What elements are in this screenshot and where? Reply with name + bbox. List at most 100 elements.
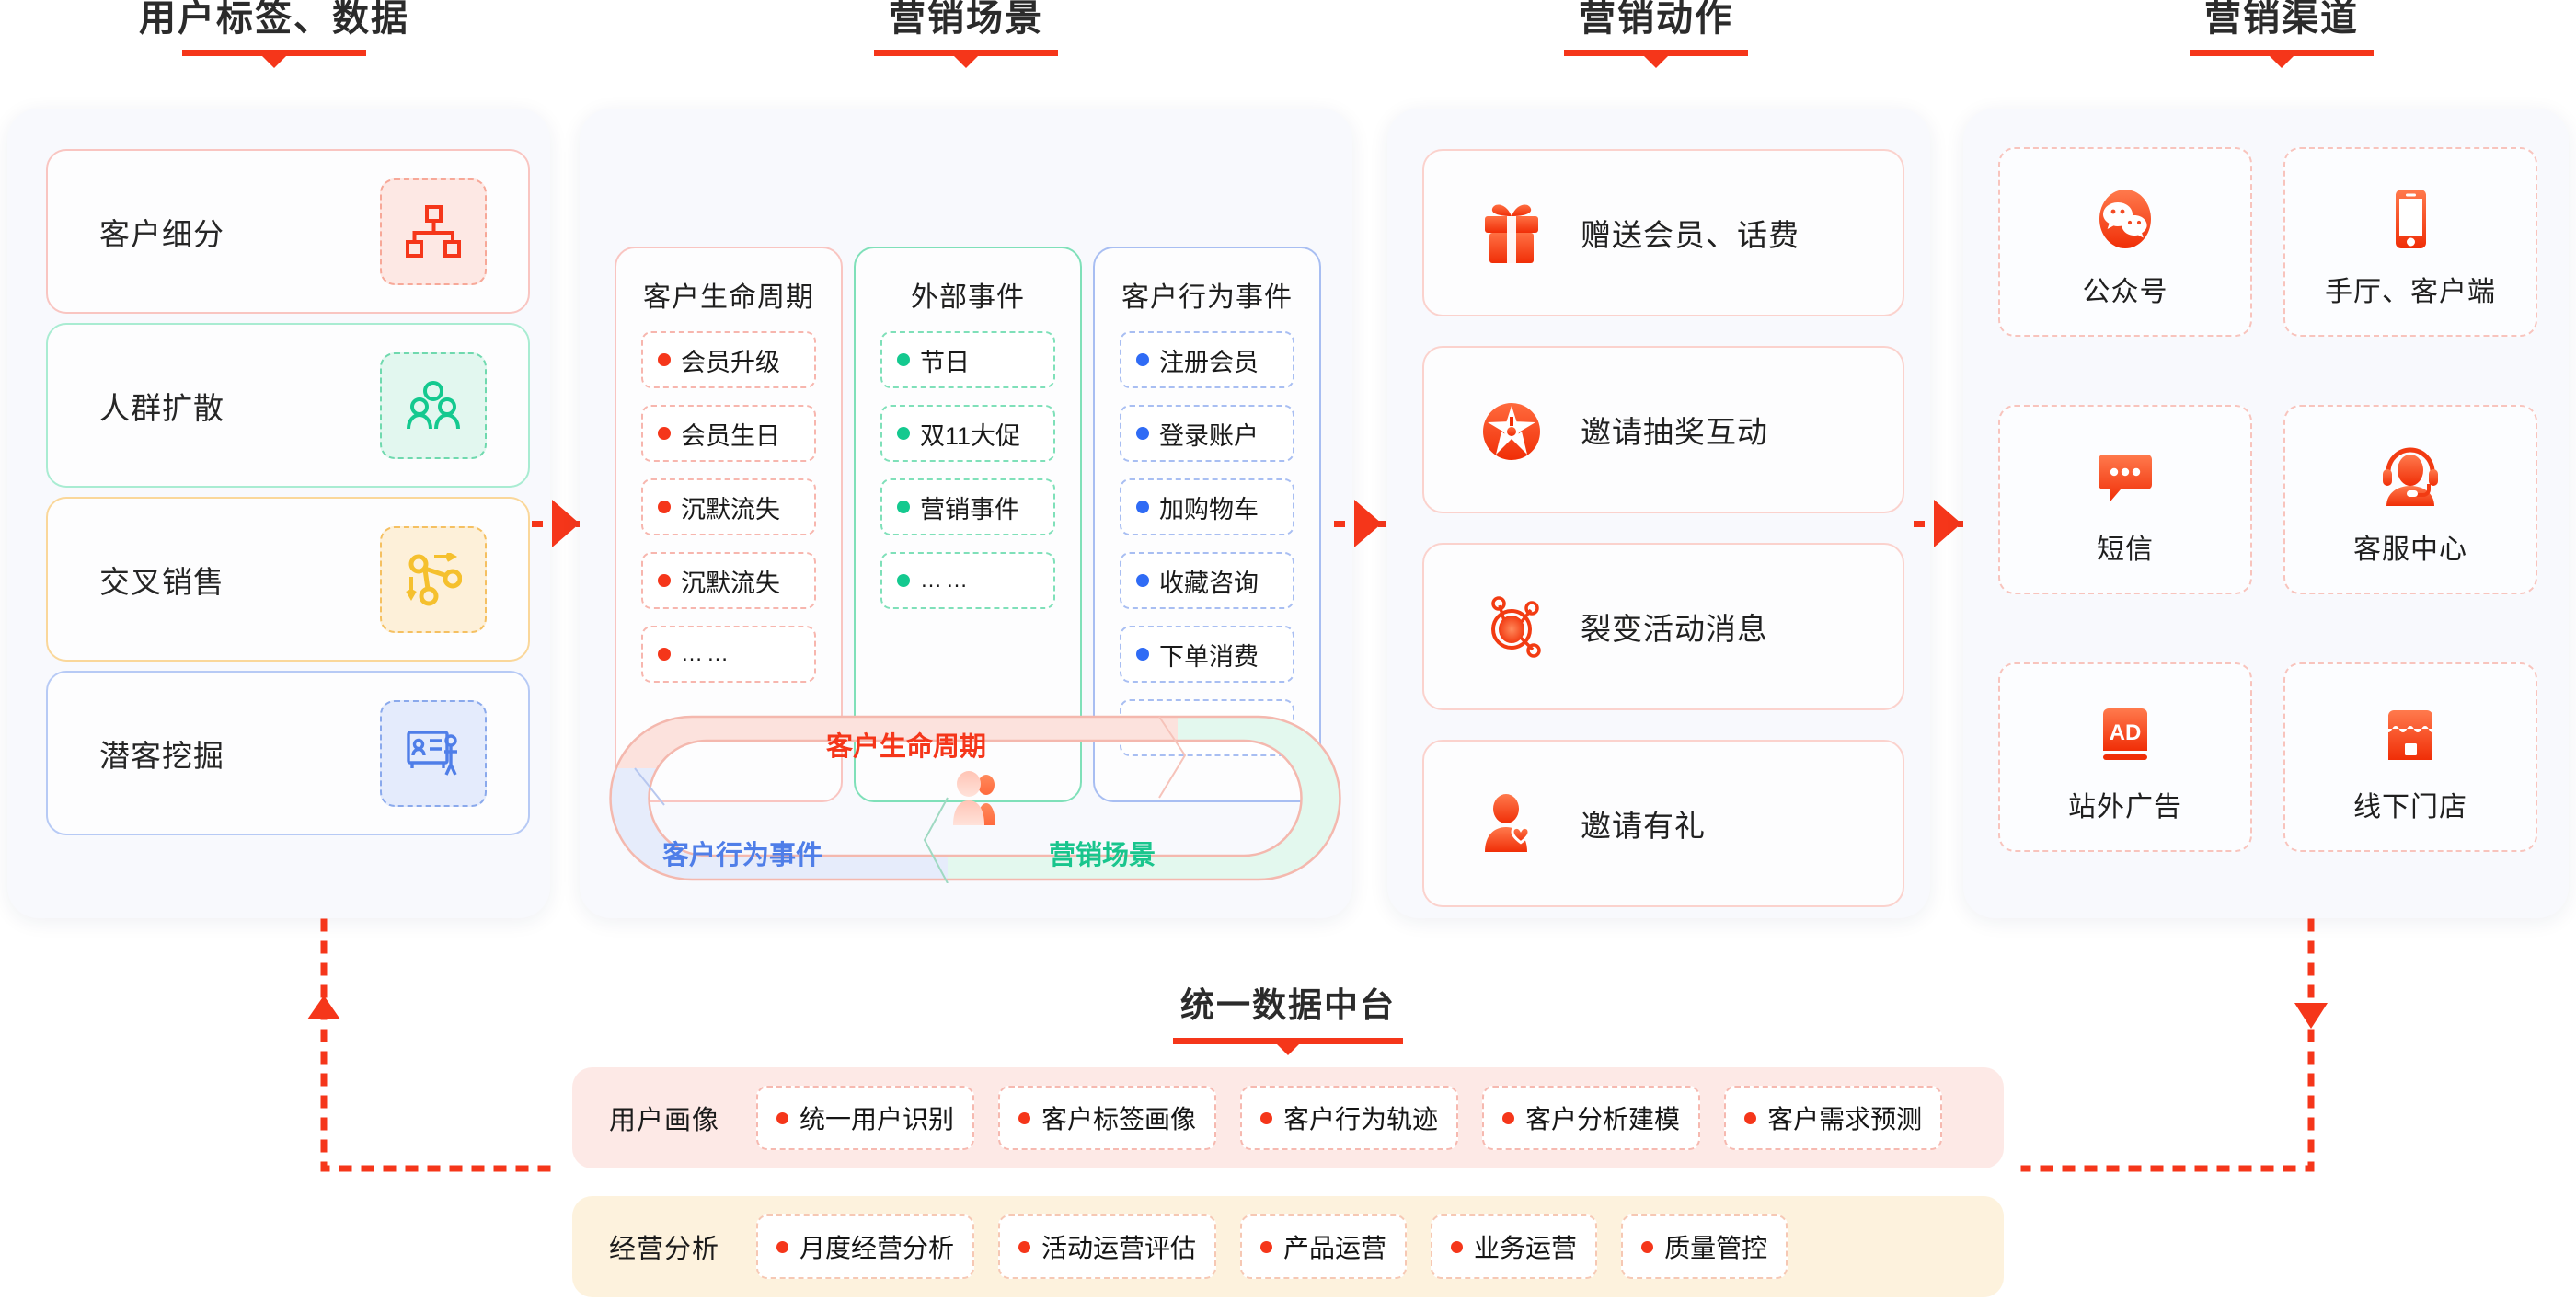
arrow-head-icon (552, 500, 580, 547)
scenario-chip[interactable]: 双11大促 (880, 405, 1055, 462)
card-fission-message[interactable]: 裂变活动消息 (1422, 543, 1904, 710)
scenario-chip[interactable]: 加购物车 (1120, 478, 1294, 535)
scenario-chip[interactable]: …… (880, 552, 1055, 609)
card-invite-reward[interactable]: 邀请有礼 (1422, 740, 1904, 907)
ad-banner-icon: AD (2090, 690, 2160, 778)
card-label: 交叉销售 (99, 564, 224, 599)
chip-label: 统一用户识别 (799, 1105, 955, 1134)
channel-tile-offsite-ads[interactable]: AD 站外广告 (1998, 662, 2252, 852)
scenario-chip[interactable]: 会员升级 (641, 331, 816, 388)
chip-label: 月度经营分析 (799, 1234, 955, 1262)
column-heading-scenarios: 营销场景 (580, 0, 1352, 56)
channel-tile-service-center[interactable]: 客服中心 (2283, 405, 2537, 594)
chip-label: 节日 (920, 348, 970, 376)
channel-tile-official-account[interactable]: 公众号 (1998, 147, 2252, 337)
bullet-dot-icon (658, 427, 671, 440)
scenario-chip[interactable]: 营销事件 (880, 478, 1055, 535)
data-chip[interactable]: 活动运营评估 (998, 1214, 1217, 1279)
lottery-wheel-icon (1472, 396, 1551, 464)
column-title: 用户标签、数据 (139, 0, 409, 39)
card-lottery-interaction[interactable]: 邀请抽奖互动 (1422, 346, 1904, 513)
scenario-chip[interactable]: 注册会员 (1120, 331, 1294, 388)
card-label: 赠送会员、话费 (1581, 218, 1800, 252)
fission-network-icon (1472, 593, 1551, 661)
bullet-dot-icon (1136, 501, 1149, 513)
gift-icon (1472, 199, 1551, 267)
bullet-dot-icon (1018, 1111, 1031, 1124)
scenario-chip[interactable]: 登录账户 (1120, 405, 1294, 462)
bullet-dot-icon (1136, 353, 1149, 366)
data-chip[interactable]: 客户行为轨迹 (1240, 1086, 1459, 1150)
subpanel-title: 外部事件 (911, 282, 1025, 313)
org-chart-icon (380, 178, 487, 285)
scenario-chip[interactable]: 沉默流失 (641, 552, 816, 609)
bullet-dot-icon (897, 501, 910, 513)
bullet-dot-icon (1136, 427, 1149, 440)
card-label: 潜客挖掘 (99, 738, 224, 773)
bullet-dot-icon (658, 574, 671, 587)
channel-label: 公众号 (2082, 277, 2168, 307)
scenario-chip[interactable]: 会员生日 (641, 405, 816, 462)
sms-bubble-icon (2090, 432, 2160, 521)
data-chip[interactable]: 业务运营 (1431, 1214, 1598, 1279)
column-title: 营销场景 (889, 0, 1043, 39)
chip-label: 营销事件 (920, 495, 1019, 524)
row-label: 经营分析 (609, 1235, 720, 1264)
bullet-dot-icon (1641, 1240, 1654, 1253)
card-customer-segmentation[interactable]: 客户细分 (46, 149, 530, 314)
arrow-head-icon (1354, 500, 1382, 547)
card-audience-expansion[interactable]: 人群扩散 (46, 323, 530, 488)
scenario-chip[interactable]: 下单消费 (1120, 626, 1294, 683)
data-platform-title: 统一数据中台 (1180, 986, 1396, 1024)
data-chip[interactable]: 产品运营 (1240, 1214, 1408, 1279)
bullet-dot-icon (1744, 1111, 1757, 1124)
data-chip[interactable]: 月度经营分析 (756, 1214, 975, 1279)
headset-agent-icon (2375, 432, 2445, 521)
scenario-chip[interactable]: …… (641, 626, 816, 683)
channel-tile-mobile-client[interactable]: 手厅、客户端 (2283, 147, 2537, 337)
row-label: 用户画像 (609, 1106, 720, 1135)
chip-label: 沉默流失 (681, 495, 780, 524)
card-label: 人群扩散 (99, 390, 224, 425)
column-heading-actions: 营销动作 (1380, 0, 1932, 56)
channel-tile-sms[interactable]: 短信 (1998, 405, 2252, 594)
bullet-dot-icon (897, 427, 910, 440)
chip-label: 下单消费 (1159, 642, 1259, 671)
channel-tile-offline-store[interactable]: 线下门店 (2283, 662, 2537, 852)
group-people-icon (380, 351, 487, 459)
heading-underline (1173, 1038, 1403, 1044)
cycle-label-top: 客户生命周期 (826, 732, 987, 762)
card-gift-membership[interactable]: 赠送会员、话费 (1422, 149, 1904, 316)
bullet-dot-icon (1260, 1111, 1273, 1124)
bullet-dot-icon (658, 648, 671, 661)
data-chip[interactable]: 质量管控 (1621, 1214, 1788, 1279)
scenario-chip[interactable]: 节日 (880, 331, 1055, 388)
cycle-label-bottom-left: 客户行为事件 (662, 841, 823, 870)
heading-underline (874, 50, 1058, 56)
chip-label: …… (681, 641, 732, 666)
bullet-dot-icon (1451, 1240, 1464, 1253)
data-chip[interactable]: 客户分析建模 (1482, 1086, 1701, 1150)
heading-underline (2190, 50, 2374, 56)
chip-label: 收藏咨询 (1159, 569, 1259, 597)
data-chip[interactable]: 客户需求预测 (1724, 1086, 1943, 1150)
channel-label: 手厅、客户端 (2325, 277, 2496, 307)
bullet-dot-icon (897, 353, 910, 366)
bullet-dot-icon (776, 1240, 788, 1253)
chip-label: 沉默流失 (681, 569, 780, 597)
data-chip[interactable]: 客户标签画像 (998, 1086, 1217, 1150)
data-chip[interactable]: 统一用户识别 (756, 1086, 975, 1150)
arrow-up-icon (307, 996, 340, 1019)
card-cross-selling[interactable]: 交叉销售 (46, 497, 530, 662)
chip-label: 会员生日 (681, 421, 780, 450)
scenario-chip[interactable]: 收藏咨询 (1120, 552, 1294, 609)
card-lead-mining[interactable]: 潜客挖掘 (46, 671, 530, 835)
chip-label: 加购物车 (1159, 495, 1259, 524)
chip-label: 客户标签画像 (1041, 1105, 1197, 1134)
chip-label: 客户分析建模 (1525, 1105, 1681, 1134)
column-heading-user-tags: 用户标签、数据 (0, 0, 548, 56)
scenario-chip[interactable]: 沉默流失 (641, 478, 816, 535)
lifecycle-loop-diagram: 客户生命周期 客户行为事件 营销场景 (607, 713, 1343, 883)
column-title: 营销渠道 (2204, 0, 2359, 39)
svg-text:AD: AD (2110, 720, 2142, 745)
